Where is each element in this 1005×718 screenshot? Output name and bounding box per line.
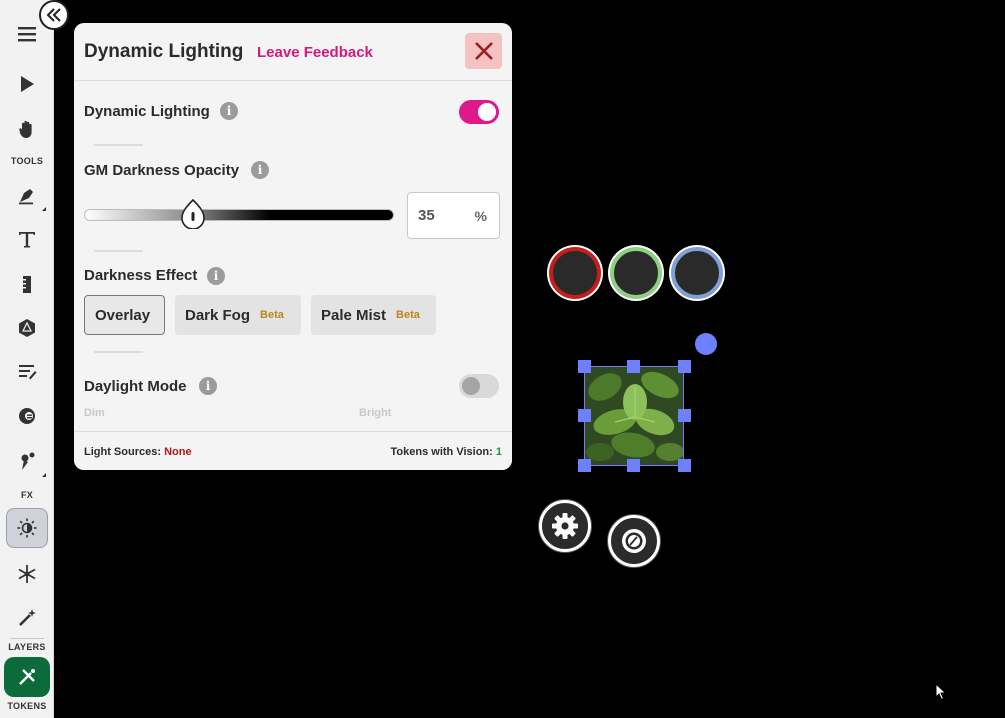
left-toolbar: TOOLS FX LAYERS TOKENS [0, 0, 54, 718]
opacity-unit: % [474, 208, 487, 224]
slider-thumb[interactable] [180, 198, 205, 230]
settings-gear-icon [552, 513, 578, 539]
effect-label: Overlay [95, 306, 151, 324]
magic-wand-icon[interactable] [6, 600, 48, 636]
light-sources-value: None [164, 446, 192, 458]
resize-handle-n[interactable] [627, 360, 640, 373]
rotate-handle[interactable] [695, 333, 717, 355]
layers-section-label: LAYERS [8, 642, 46, 652]
tokens-vision-value: 1 [495, 446, 502, 458]
section-divider [94, 351, 143, 353]
daylight-mode-label: Daylight Mode [84, 378, 187, 395]
info-icon[interactable]: i [220, 102, 238, 120]
resize-handle-sw[interactable] [578, 459, 591, 472]
opacity-value[interactable]: 35 [418, 207, 435, 224]
resize-handle-ne[interactable] [678, 360, 691, 373]
bar-2-ring[interactable] [610, 247, 662, 299]
panel-footer: Light Sources: None Tokens with Vision: … [74, 431, 512, 470]
dim-label: Dim [84, 407, 105, 419]
effect-pale-mist-button[interactable]: Pale Mist Beta [311, 295, 436, 335]
light-sources-label: Light Sources: [84, 446, 162, 458]
light-sources-status: Light Sources: None [84, 446, 192, 458]
mouse-cursor-icon [935, 682, 947, 706]
toolbar-divider [10, 638, 44, 639]
gm-darkness-opacity-input[interactable]: 35 % [407, 192, 500, 239]
info-icon[interactable]: i [207, 267, 225, 285]
panel-header: Dynamic Lighting Leave Feedback [74, 23, 512, 81]
effect-label: Pale Mist [321, 306, 387, 324]
close-button[interactable] [465, 33, 502, 69]
info-icon[interactable]: i [251, 161, 269, 179]
resize-handle-s[interactable] [627, 459, 640, 472]
effect-dark-fog-button[interactable]: Dark Fog Beta [175, 295, 301, 335]
resize-handle-nw[interactable] [578, 360, 591, 373]
dynamic-lighting-label: Dynamic Lighting [84, 103, 210, 120]
darkness-effect-label: Darkness Effect [84, 267, 198, 284]
ruler-icon[interactable] [6, 266, 48, 302]
resize-handle-se[interactable] [678, 459, 691, 472]
mint-leaves-image [585, 367, 684, 465]
token-aura-icon [622, 529, 646, 553]
notes-icon[interactable] [6, 353, 48, 389]
draw-pen-icon[interactable] [6, 177, 48, 213]
daylight-mode-toggle[interactable] [459, 374, 499, 398]
beta-badge: Beta [260, 309, 284, 321]
pan-hand-icon[interactable] [6, 111, 48, 147]
text-icon[interactable] [6, 221, 48, 257]
dynamic-lighting-panel: Dynamic Lighting Leave Feedback Dynamic … [74, 23, 512, 470]
close-icon [474, 42, 493, 60]
bar-1-ring[interactable] [549, 247, 601, 299]
tokens-vision-label: Tokens with Vision: [390, 446, 493, 458]
effect-label: Dark Fog [185, 306, 251, 324]
tokens-layer-icon[interactable] [4, 657, 50, 697]
dynamic-lighting-icon[interactable] [6, 508, 48, 548]
beta-badge: Beta [396, 309, 420, 321]
section-divider [94, 250, 143, 252]
tools-section-label: TOOLS [10, 156, 44, 166]
select-arrow-icon[interactable] [6, 66, 48, 102]
token-aura-button[interactable] [608, 515, 660, 567]
fx-wand-icon[interactable] [6, 443, 48, 479]
bright-label: Bright [359, 407, 392, 419]
fx-section-label: FX [20, 490, 34, 500]
resize-handle-w[interactable] [578, 409, 591, 422]
aura-icon[interactable] [6, 398, 48, 434]
tokens-vision-status: Tokens with Vision: 1 [391, 446, 502, 458]
section-divider [94, 144, 143, 146]
tokens-section-label: TOKENS [7, 701, 47, 711]
token-settings-button[interactable] [539, 500, 591, 552]
panel-title: Dynamic Lighting [84, 41, 244, 62]
gm-darkness-opacity-label: GM Darkness Opacity [84, 162, 240, 179]
resize-handle-e[interactable] [678, 409, 691, 422]
info-icon[interactable]: i [199, 377, 217, 395]
weather-icon[interactable] [6, 556, 48, 592]
dice-icon[interactable] [6, 310, 48, 346]
leave-feedback-link[interactable]: Leave Feedback [257, 44, 373, 61]
collapse-panel-button[interactable] [39, 0, 69, 30]
mint-plant-token[interactable] [584, 366, 684, 466]
effect-overlay-button[interactable]: Overlay [84, 295, 165, 335]
bar-3-ring[interactable] [671, 247, 723, 299]
dynamic-lighting-toggle[interactable] [459, 100, 499, 124]
double-chevron-left-icon [46, 8, 61, 22]
gm-darkness-opacity-slider[interactable] [84, 209, 394, 221]
